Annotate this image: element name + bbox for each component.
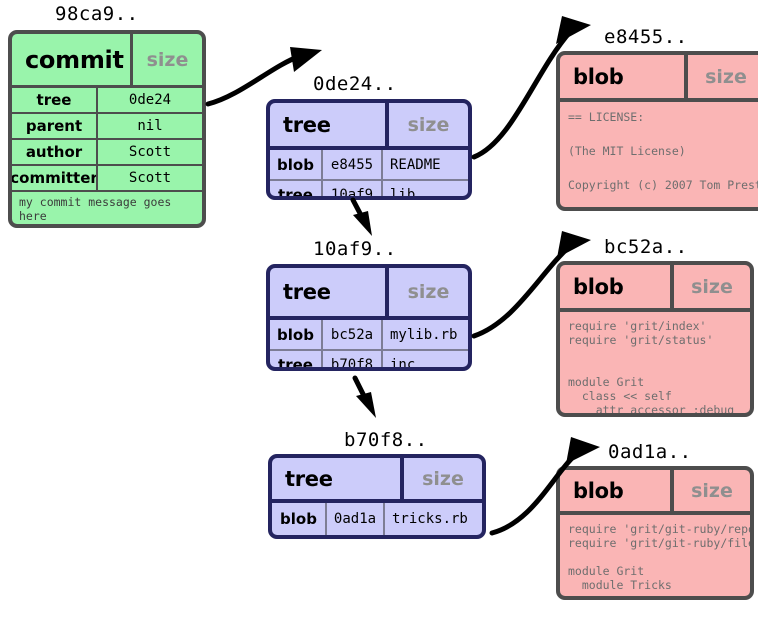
tree-entry-mode: blob — [270, 150, 323, 179]
tree-size-label: size — [400, 458, 482, 499]
commit-field-value: Scott — [128, 144, 172, 160]
commit-field-key: parent — [12, 114, 98, 138]
tree-header: tree size — [272, 458, 482, 503]
blob-size-label: size — [684, 55, 758, 98]
tree-entry-mode: tree — [270, 351, 323, 367]
tree-size-label: size — [385, 103, 468, 146]
commit-field-tree: tree 0de24 — [12, 88, 202, 114]
tree-entry-name: mylib.rb — [390, 326, 458, 343]
blob-object-bc52a[interactable]: blob size require 'grit/index' require '… — [556, 261, 754, 417]
blob-header: blob size — [560, 470, 750, 515]
commit-field-value: 0de24 — [128, 92, 172, 108]
tree-entries: blob bc52a mylib.rb tree b70f8 inc — [270, 320, 468, 371]
blob-type-label: blob — [573, 274, 624, 299]
git-object-diagram: 98ca9.. commit size tree 0de24 parent ni… — [0, 0, 758, 618]
blob-header: blob size — [560, 55, 758, 102]
tree-object-0de24[interactable]: tree size blob e8455 README tree 10af9 l… — [266, 99, 472, 200]
blob-type-label: blob — [573, 64, 624, 89]
commit-size-label: size — [130, 34, 202, 85]
tree-entry-row: tree 10af9 lib — [270, 179, 468, 200]
blob-content: == LICENSE: (The MIT License) Copyright … — [568, 110, 758, 192]
commit-header: commit size — [12, 34, 202, 88]
tree-entry-row: blob bc52a mylib.rb — [270, 320, 468, 349]
tree-hash-label-b70f8: b70f8.. — [344, 429, 428, 451]
tree-header: tree size — [270, 268, 468, 320]
tree-type-label: tree — [285, 466, 333, 491]
commit-field-key: author — [12, 140, 98, 164]
tree-entry-row: blob 0ad1a tricks.rb — [272, 503, 482, 535]
tree-entry-sha: 10af9 — [323, 181, 383, 196]
tree-entry-name: lib — [390, 186, 416, 200]
blob-object-0ad1a[interactable]: blob size require 'grit/git-ruby/reposi … — [556, 466, 754, 600]
arrow-tree-10af9-to-tree-b70f8 — [352, 375, 376, 418]
blob-content: require 'grit/git-ruby/reposi require 'g… — [568, 522, 750, 592]
tree-entry-name: tricks.rb — [392, 511, 468, 527]
tree-hash-label-0de24: 0de24.. — [313, 73, 397, 95]
commit-message-line-2: and it is really, really cool — [19, 223, 202, 224]
tree-entry-row: tree b70f8 inc — [270, 349, 468, 371]
tree-size-label: size — [385, 268, 468, 316]
blob-type-label: blob — [573, 478, 624, 503]
blob-size-label: size — [670, 265, 750, 308]
commit-fields: tree 0de24 parent nil author Scott commi… — [12, 88, 202, 192]
tree-entry-mode: blob — [270, 320, 323, 349]
tree-entry-name: inc — [390, 356, 416, 371]
commit-hash-label: 98ca9.. — [55, 3, 139, 25]
blob-header: blob size — [560, 265, 750, 312]
tree-header: tree size — [270, 103, 468, 150]
commit-object-98ca9[interactable]: commit size tree 0de24 parent nil author… — [8, 30, 206, 228]
blob-size-label: size — [670, 470, 750, 511]
tree-entries: blob e8455 README tree 10af9 lib — [270, 150, 468, 200]
blob-content: require 'grit/index' require 'grit/statu… — [568, 319, 735, 417]
tree-entry-row: blob e8455 README — [270, 150, 468, 179]
commit-field-value: Scott — [128, 170, 172, 186]
arrow-tree-0de24-to-tree-10af9 — [350, 197, 372, 236]
tree-entry-name: README — [390, 156, 441, 173]
commit-field-key: tree — [12, 88, 98, 112]
tree-hash-label-10af9: 10af9.. — [313, 238, 397, 260]
tree-entry-sha: 0ad1a — [327, 503, 385, 535]
tree-entry-sha: bc52a — [323, 320, 383, 349]
arrow-commit-to-tree-0de24 — [205, 47, 322, 107]
tree-entry-mode: blob — [272, 503, 327, 535]
tree-entry-mode: tree — [270, 181, 323, 196]
commit-field-value: nil — [137, 118, 163, 134]
commit-type-label: commit — [25, 45, 124, 74]
commit-field-author: author Scott — [12, 140, 202, 166]
tree-object-b70f8[interactable]: tree size blob 0ad1a tricks.rb — [268, 454, 486, 539]
tree-type-label: tree — [283, 280, 331, 304]
commit-field-key: committer — [12, 166, 98, 190]
commit-message: my commit message goes here and it is re… — [12, 192, 202, 224]
blob-hash-label-0ad1a: 0ad1a.. — [608, 441, 692, 463]
commit-message-line-1: my commit message goes here — [19, 195, 172, 223]
tree-type-label: tree — [283, 112, 331, 137]
blob-hash-label-bc52a: bc52a.. — [604, 236, 688, 258]
tree-entry-sha: b70f8 — [323, 351, 383, 367]
blob-object-e8455[interactable]: blob size == LICENSE: (The MIT License) … — [556, 51, 758, 211]
commit-field-committer: committer Scott — [12, 166, 202, 192]
tree-entries: blob 0ad1a tricks.rb — [272, 503, 482, 535]
commit-field-parent: parent nil — [12, 114, 202, 140]
tree-object-10af9[interactable]: tree size blob bc52a mylib.rb tree b70f8… — [266, 264, 472, 371]
tree-entry-sha: e8455 — [323, 150, 383, 179]
blob-hash-label-e8455: e8455.. — [604, 26, 688, 48]
